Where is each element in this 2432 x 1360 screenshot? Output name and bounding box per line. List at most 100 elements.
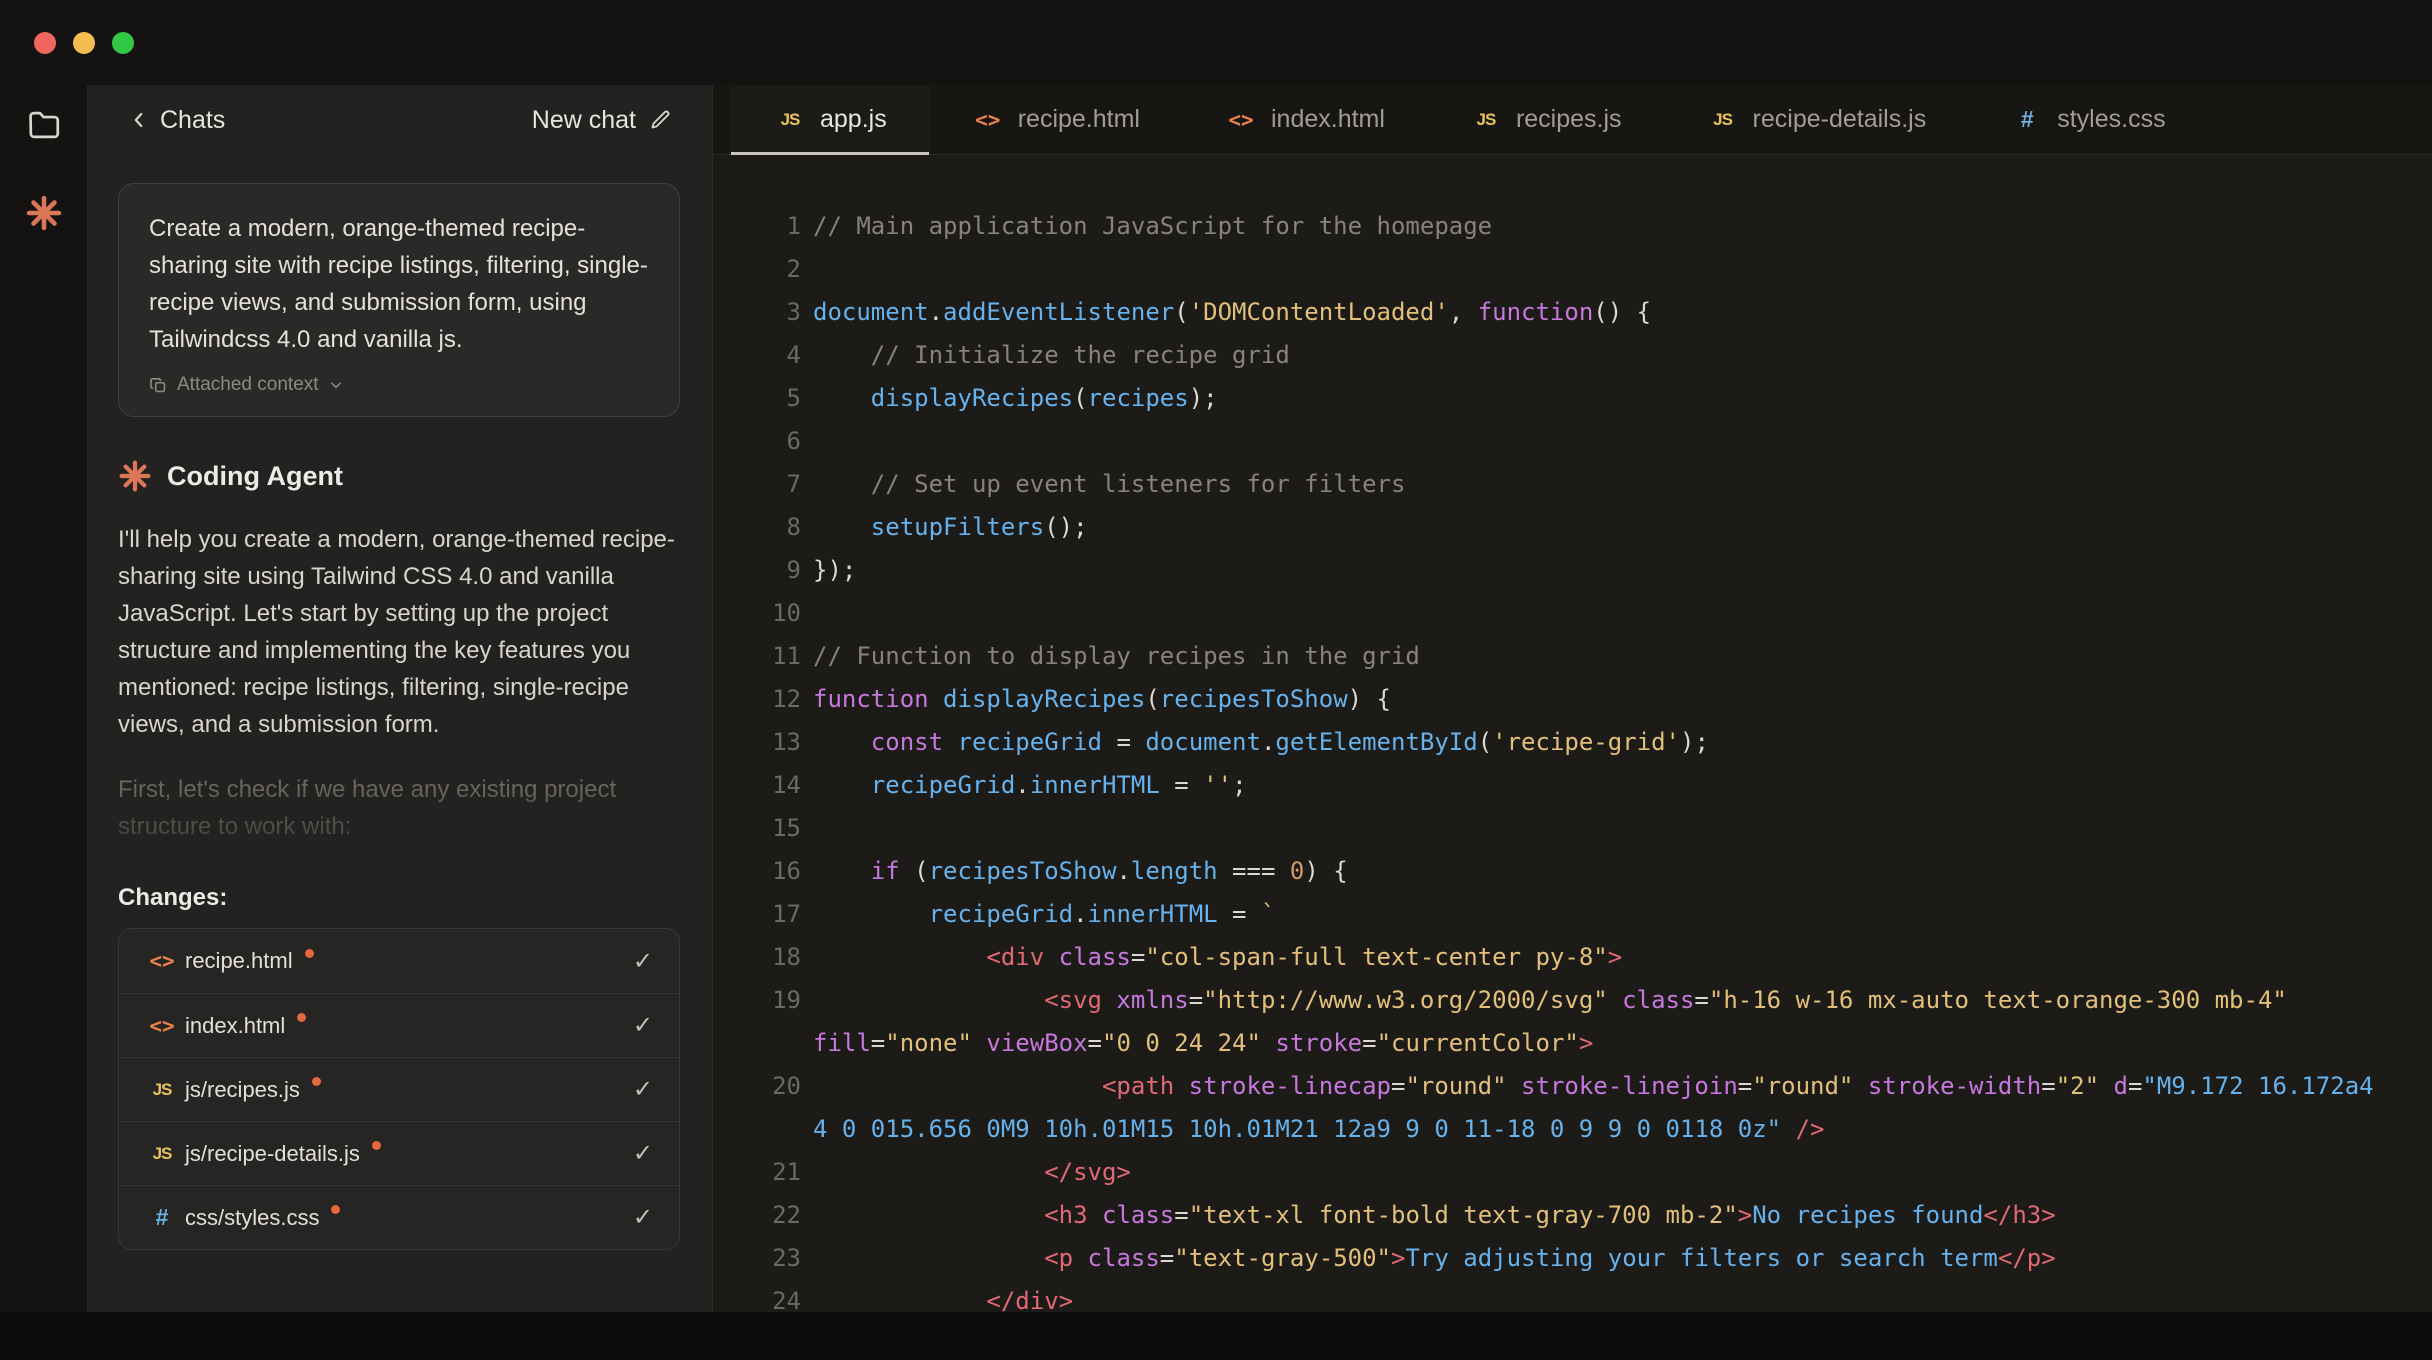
code-line-11[interactable]: 11 // Function to display recipes in the … [749,635,2432,678]
minimize-window-button[interactable] [73,31,95,54]
code-line-24[interactable]: 24 </div> [749,1280,2432,1312]
js-file-icon: JS [152,1079,173,1099]
file-name: css/styles.css [185,1204,320,1230]
html-file-icon: <> [149,1013,175,1038]
change-row-css-styles-css[interactable]: # css/styles.css ✓ [119,1185,679,1249]
tab-label: recipe.html [1017,105,1140,133]
tab-app-js[interactable]: JS app.js [731,85,929,155]
zoom-window-button[interactable] [112,31,134,54]
icon-rail [0,85,88,1312]
tab-recipe-html[interactable]: <> recipe.html [929,85,1182,154]
code-line-7[interactable]: 7 // Set up event listeners for filters [749,463,2432,506]
code-line-3[interactable]: 3 document.addEventListener('DOMContentLo… [749,291,2432,334]
line-number: 20 [772,1072,801,1100]
assistant-message-streaming: First, let's check if we have any existi… [118,776,617,840]
change-row-recipe-html[interactable]: <> recipe.html ✓ [119,929,679,993]
code-line-6[interactable]: 6 [749,420,2432,463]
code-text: // Main application JavaScript for the h… [813,212,1493,240]
desktop-background [0,1312,2432,1360]
code-text: const recipeGrid = document.getElementBy… [870,728,1709,756]
files-button[interactable] [22,103,66,147]
code-line-10[interactable]: 10 [749,592,2432,635]
code-line-23[interactable]: 23 <p class="text-gray-500">Try adjustin… [749,1237,2432,1280]
agent-button[interactable] [22,191,66,235]
change-row-js-recipe-details-js[interactable]: JS js/recipe-details.js ✓ [119,1121,679,1185]
user-message-card: Create a modern, orange-themed recipe-sh… [118,183,680,417]
back-to-chats-button[interactable]: Chats [128,106,225,135]
code-line-12[interactable]: 12 function displayRecipes(recipesToShow)… [749,678,2432,721]
code-text: // Function to display recipes in the gr… [813,642,1420,670]
code-line-9[interactable]: 9}); [749,549,2432,592]
code-line-18[interactable]: 18 <div class="col-span-full text-center… [749,936,2432,979]
file-name: recipe.html [185,948,293,973]
chat-scroll-area[interactable]: Create a modern, orange-themed recipe-sh… [88,155,712,1312]
line-number: 15 [772,814,801,842]
code-line-15[interactable]: 15 [749,807,2432,850]
line-number: 9 [786,556,801,584]
chevron-down-icon [328,377,344,393]
code-text: <p class="text-gray-500">Try adjusting y… [1044,1244,2056,1272]
tab-recipe-details-js[interactable]: JS recipe-details.js [1664,85,1969,154]
line-number: 1 [786,212,801,240]
tab-recipes-js[interactable]: JS recipes.js [1427,85,1664,154]
code-text: function displayRecipes(recipesToShow) { [813,685,1391,713]
html-file-icon: <> [149,949,175,973]
line-number: 18 [772,943,801,971]
close-window-button[interactable] [34,31,56,54]
change-row-index-html[interactable]: <> index.html ✓ [119,993,679,1057]
tab-index-html[interactable]: <> index.html [1182,85,1427,154]
code-text: </div> [986,1287,1074,1312]
code-text: <path stroke-linecap="round" stroke-line… [813,1072,2389,1143]
js-file-icon: JS [152,1143,173,1163]
code-line-16[interactable]: 16 if (recipesToShow.length === 0) { [749,850,2432,893]
code-line-13[interactable]: 13 const recipeGrid = document.getElemen… [749,721,2432,764]
line-number: 2 [786,255,801,283]
line-number: 3 [786,298,801,326]
assistant-message: I'll help you create a modern, orange-th… [118,526,675,738]
code-line-5[interactable]: 5 displayRecipes(recipes); [749,377,2432,420]
line-number: 24 [772,1287,801,1312]
code-text: }); [813,556,857,584]
code-text: </svg> [1044,1158,1131,1186]
changes-heading: Changes: [118,884,228,911]
code-text: // Set up event listeners for filters [870,470,1406,498]
line-number: 11 [772,642,801,670]
attach-context-icon [149,376,168,395]
applied-check-icon: ✓ [632,1204,653,1231]
code-text: <h3 class="text-xl font-bold text-gray-7… [1044,1201,2056,1229]
modified-dot-icon [311,1077,321,1086]
code-line-21[interactable]: 21 </svg> [749,1151,2432,1194]
claude-logo-icon [118,459,152,493]
change-row-js-recipes-js[interactable]: JS js/recipes.js ✓ [119,1057,679,1121]
tab-label: recipe-details.js [1752,105,1927,133]
code-line-17[interactable]: 17 recipeGrid.innerHTML = ` [749,893,2432,936]
js-file-icon: JS [1476,109,1497,129]
chevron-left-icon [128,109,150,131]
modified-dot-icon [304,948,314,958]
code-line-20[interactable]: 20 <path stroke-linecap="round" stroke-l… [749,1065,2432,1151]
code-line-22[interactable]: 22 <h3 class="text-xl font-bold text-gra… [749,1194,2432,1237]
modified-dot-icon [331,1205,341,1214]
tab-bar: JS app.js <> recipe.html <> index.html JS recip… [713,85,2432,155]
line-number: 14 [772,771,801,799]
modified-dot-icon [371,1141,381,1150]
code-line-8[interactable]: 8 setupFilters(); [749,506,2432,549]
tab-styles-css[interactable]: # styles.css [1968,85,2207,154]
html-file-icon: <> [975,107,1001,132]
code-line-1[interactable]: 1 // Main application JavaScript for the … [749,205,2432,248]
attached-context-toggle[interactable]: Attached context [149,374,649,396]
line-number: 10 [772,599,801,627]
code-line-14[interactable]: 14 recipeGrid.innerHTML = ''; [749,764,2432,807]
code-line-2[interactable]: 2 [749,248,2432,291]
line-number: 23 [772,1244,801,1272]
code-area[interactable]: 1 // Main application JavaScript for the … [713,155,2432,1312]
code-text: recipeGrid.innerHTML = ''; [870,771,1247,799]
code-line-19[interactable]: 19 <svg xmlns="http://www.w3.org/2000/sv… [749,979,2432,1065]
code-line-4[interactable]: 4 // Initialize the recipe grid [749,334,2432,377]
changes-list: <> recipe.html ✓ <> index.html ✓ JS js/recipes.… [118,928,680,1250]
new-chat-button[interactable]: New chat [532,106,672,135]
js-file-icon: JS [780,109,801,129]
applied-check-icon: ✓ [632,1076,653,1103]
